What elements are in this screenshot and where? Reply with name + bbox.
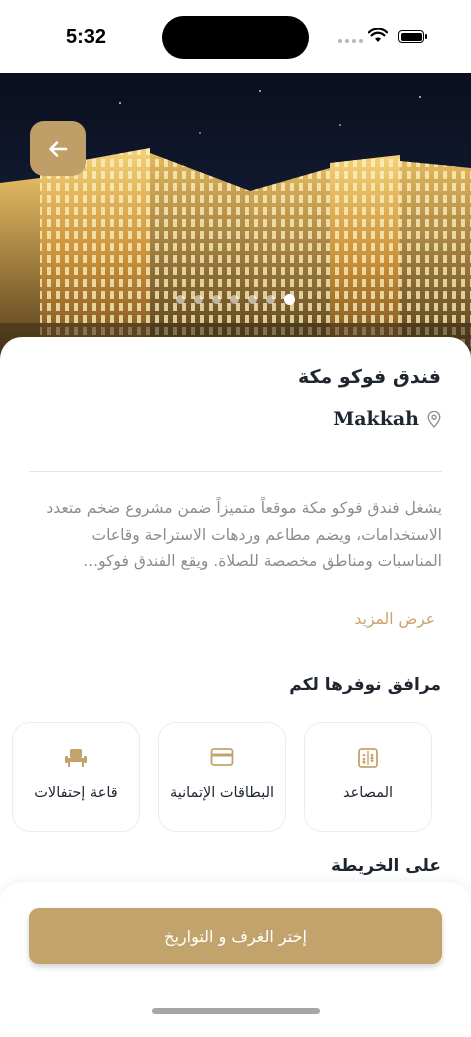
hotel-description: يشغل فندق فوكو مكة موقعاً متميزاً ضمن مش… <box>46 499 442 570</box>
hotel-city: Makkah <box>333 408 419 430</box>
amenity-label: المصاعد <box>342 785 394 801</box>
read-more-link[interactable]: عرض المزيد <box>355 610 435 628</box>
status-bar: 5:32 <box>0 0 471 73</box>
dynamic-island <box>162 16 309 59</box>
battery-icon <box>398 30 427 43</box>
amenities-title: مرافق نوفرها لكم <box>289 675 441 695</box>
wifi-icon <box>368 28 388 42</box>
map-pin-icon <box>427 410 441 428</box>
amenity-label: قاعة إحتفالات <box>34 785 118 801</box>
amenity-label: البطاقات الإتمانية <box>169 785 275 801</box>
carousel-dot[interactable] <box>176 295 185 304</box>
hotel-photo-carousel[interactable] <box>0 73 471 363</box>
carousel-page-indicator[interactable] <box>176 294 295 305</box>
elevator-icon <box>358 748 378 768</box>
amenity-card-credit-cards[interactable]: البطاقات الإتمانية <box>158 722 286 832</box>
choose-rooms-dates-button[interactable]: إختر الغرف و التواريخ <box>29 908 442 964</box>
carousel-dot[interactable] <box>248 295 257 304</box>
carousel-dot[interactable] <box>212 295 221 304</box>
hotel-name: فندق فوكو مكة <box>297 366 441 388</box>
hotel-location: Makkah <box>333 408 441 430</box>
amenity-card-elevators[interactable]: المصاعد <box>304 722 432 832</box>
amenity-card-banquet-hall[interactable]: قاعة إحتفالات <box>12 722 140 832</box>
hotel-building-image <box>0 90 471 363</box>
cellular-signal-icon <box>338 39 363 43</box>
carousel-dot[interactable] <box>284 294 295 305</box>
map-section-title: على الخريطة <box>331 856 441 876</box>
status-time: 5:32 <box>66 26 107 48</box>
carousel-dot[interactable] <box>266 295 275 304</box>
back-button[interactable] <box>30 121 86 176</box>
divider <box>29 471 442 472</box>
banquet-hall-icon <box>65 749 87 767</box>
home-indicator <box>152 1008 320 1014</box>
credit-card-icon <box>210 748 234 766</box>
carousel-dot[interactable] <box>194 295 203 304</box>
carousel-dot[interactable] <box>230 295 239 304</box>
arrow-left-icon <box>49 140 68 157</box>
